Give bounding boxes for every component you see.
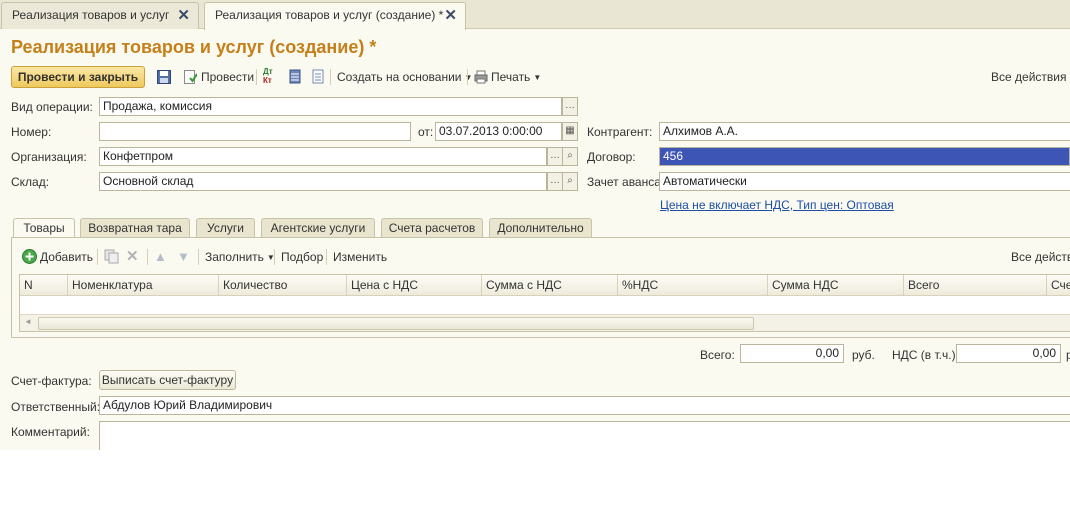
printer-icon: [474, 70, 488, 84]
toolbar-separator: [256, 69, 257, 85]
currency-label: руб.: [852, 348, 875, 362]
operation-label: Вид операции:: [11, 100, 93, 114]
toolbar: Провести и закрыть Провести Дт Кт Создат…: [0, 64, 1070, 90]
warehouse-field[interactable]: Основной склад: [99, 172, 547, 191]
column-header-price-vat[interactable]: Цена с НДС: [347, 275, 482, 296]
column-header-account[interactable]: Сче: [1047, 275, 1070, 296]
total-field: 0,00: [740, 344, 844, 363]
contract-field[interactable]: 456: [659, 147, 1070, 166]
fill-label: Заполнить: [205, 250, 264, 264]
window-tab-bar: Реализация товаров и услуг ✕ Реализация …: [0, 0, 1070, 30]
window-tab-list[interactable]: Реализация товаров и услуг ✕: [1, 2, 199, 29]
tab-goods[interactable]: Товары: [13, 218, 75, 238]
goods-table[interactable]: N Номенклатура Количество Цена с НДС Сум…: [19, 274, 1070, 332]
fill-button[interactable]: Заполнить ▼: [205, 249, 275, 265]
toolbar-separator: [326, 249, 327, 265]
window-tab-label: Реализация товаров и услуг: [12, 8, 170, 22]
search-icon[interactable]: ⌕: [562, 147, 578, 166]
panel-all-actions-button[interactable]: Все действи: [1011, 249, 1070, 265]
save-icon[interactable]: [157, 69, 171, 84]
window-tab-label: Реализация товаров и услуг (создание) *: [215, 8, 444, 22]
toolbar-separator: [274, 249, 275, 265]
create-based-on-button[interactable]: Создать на основании ▼: [337, 68, 472, 86]
column-header-quantity[interactable]: Количество: [219, 275, 347, 296]
ellipsis-button[interactable]: …: [547, 172, 563, 191]
column-header-vat-sum[interactable]: Сумма НДС: [768, 275, 904, 296]
copy-icon[interactable]: [104, 249, 119, 264]
move-down-icon[interactable]: ▼: [177, 249, 190, 265]
vat-field: 0,00: [956, 344, 1061, 363]
ellipsis-button[interactable]: …: [562, 97, 578, 116]
toolbar-separator: [330, 69, 331, 85]
total-label: Всего:: [700, 348, 735, 362]
tab-services[interactable]: Услуги: [196, 218, 255, 237]
date-label: от:: [418, 125, 434, 139]
dropdown-arrow-icon: ▼: [464, 73, 473, 82]
ellipsis-button[interactable]: …: [547, 147, 563, 166]
post-button[interactable]: Провести: [201, 68, 254, 86]
toolbar-separator: [97, 249, 98, 265]
dropdown-arrow-icon: ▼: [533, 73, 542, 82]
number-field[interactable]: [99, 122, 411, 141]
all-actions-button[interactable]: Все действия▼: [991, 68, 1070, 86]
move-up-icon[interactable]: ▲: [154, 249, 167, 265]
search-icon[interactable]: ⌕: [562, 172, 578, 191]
comment-field[interactable]: [99, 421, 1070, 450]
horizontal-scrollbar[interactable]: ◄: [20, 314, 1070, 331]
contract-label: Договор:: [587, 150, 636, 164]
number-label: Номер:: [11, 125, 52, 139]
warehouse-label: Склад:: [11, 175, 50, 189]
responsible-label: Ответственный:: [11, 400, 101, 414]
responsible-field[interactable]: Абдулов Юрий Владимирович: [99, 396, 1070, 415]
toolbar-separator: [147, 249, 148, 265]
organization-field[interactable]: Конфетпром: [99, 147, 547, 166]
print-label: Печать: [491, 70, 531, 84]
scroll-thumb[interactable]: [38, 317, 754, 330]
tab-agent-services[interactable]: Агентские услуги: [261, 218, 375, 237]
post-and-close-button[interactable]: Провести и закрыть: [11, 66, 145, 88]
advance-field[interactable]: Автоматически: [659, 172, 1070, 191]
report-icon[interactable]: [311, 69, 325, 84]
add-icon[interactable]: [22, 249, 37, 264]
document-window: Реализация товаров и услуг ✕ Реализация …: [0, 0, 1070, 450]
list-icon[interactable]: [288, 69, 302, 84]
pick-button[interactable]: Подбор: [281, 249, 323, 265]
operation-field[interactable]: Продажа, комиссия: [99, 97, 562, 116]
advance-label: Зачет аванса:: [587, 175, 665, 189]
scroll-left-icon[interactable]: ◄: [24, 317, 32, 326]
comment-label: Комментарий:: [11, 425, 90, 439]
debit-credit-icon[interactable]: Дт Кт: [263, 67, 273, 85]
close-icon[interactable]: ✕: [177, 3, 190, 28]
create-based-on-label: Создать на основании: [337, 70, 462, 84]
add-button[interactable]: Добавить: [40, 249, 93, 265]
close-icon[interactable]: ✕: [444, 3, 457, 28]
post-icon: [184, 70, 197, 84]
column-header-vat-rate[interactable]: %НДС: [618, 275, 768, 296]
change-button[interactable]: Изменить: [333, 249, 387, 265]
column-header-total[interactable]: Всего: [904, 275, 1047, 296]
print-button[interactable]: Печать ▼: [491, 68, 541, 86]
column-header-sum-vat[interactable]: Сумма с НДС: [482, 275, 618, 296]
toolbar-separator: [198, 249, 199, 265]
window-tab-create[interactable]: Реализация товаров и услуг (создание) * …: [204, 2, 466, 30]
calendar-icon[interactable]: ▦: [562, 122, 578, 141]
delete-icon[interactable]: ✕: [126, 249, 139, 265]
issue-invoice-button[interactable]: Выписать счет-фактуру: [99, 370, 236, 390]
column-header-n[interactable]: N: [20, 275, 68, 296]
date-field[interactable]: 03.07.2013 0:00:00: [435, 122, 562, 141]
organization-label: Организация:: [11, 150, 87, 164]
vat-label: НДС (в т.ч.):: [892, 348, 959, 362]
tab-additional[interactable]: Дополнительно: [489, 218, 592, 237]
toolbar-separator: [467, 69, 468, 85]
tab-settlement-accounts[interactable]: Счета расчетов: [381, 218, 483, 237]
all-actions-label: Все действия: [991, 70, 1067, 84]
invoice-label: Счет-фактура:: [11, 374, 92, 388]
vat-currency-label: р: [1066, 348, 1070, 362]
price-settings-link[interactable]: Цена не включает НДС, Тип цен: Оптовая: [660, 198, 894, 212]
tab-returnable-containers[interactable]: Возвратная тара: [80, 218, 190, 237]
counterparty-label: Контрагент:: [587, 125, 653, 139]
counterparty-field[interactable]: Алхимов А.А.: [659, 122, 1070, 141]
page-title: Реализация товаров и услуг (создание) *: [11, 37, 377, 57]
column-header-item[interactable]: Номенклатура: [68, 275, 219, 296]
